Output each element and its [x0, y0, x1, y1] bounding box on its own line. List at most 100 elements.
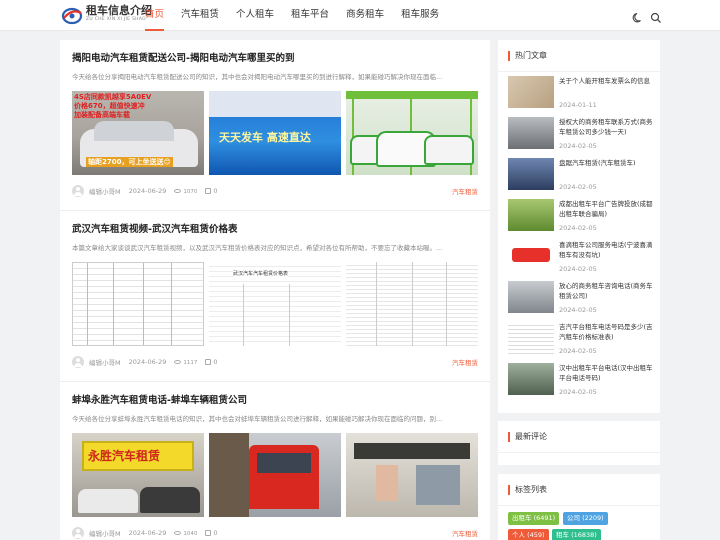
- tag-chip[interactable]: 个人 (459): [508, 529, 549, 540]
- logo-title: 租车信息介绍: [86, 4, 152, 17]
- post-author[interactable]: 编辑小哥M: [89, 528, 121, 538]
- latest-comments-heading: 最新评论: [498, 421, 660, 453]
- hot-post-title[interactable]: 喜滴租车公司服务电话(宁波喜滴租车有没有坑): [559, 240, 655, 260]
- thumb-caption-line: 永胜汽车租赁: [88, 449, 161, 463]
- nav-item-car-rental[interactable]: 汽车租赁: [181, 0, 219, 31]
- search-icon[interactable]: [650, 9, 662, 23]
- post-excerpt: 今天给各位分享蚌埠永胜汽车租赁电话的知识，其中也会对蚌埠车辆租赁公司进行解释，如…: [72, 415, 443, 423]
- hot-post-date: 2024-02-05: [559, 306, 597, 314]
- post-date: 2024-06-29: [128, 529, 167, 537]
- post-thumbnail[interactable]: [209, 433, 341, 517]
- post-thumbnail[interactable]: 4S店同款凯越享5A0EV 价格670，超值快速冲 加装配备高端车载 轴距270…: [72, 91, 204, 175]
- post-thumbnail[interactable]: [72, 262, 204, 346]
- hot-post-thumbnail[interactable]: [508, 76, 554, 108]
- hot-post-item[interactable]: 盘踞汽车租赁(汽车租赁车) 2024-02-05: [508, 158, 653, 194]
- hot-post-date: 2024-01-11: [559, 101, 597, 109]
- thumb-caption-line: 轴距2700，可上坐送送😊: [86, 157, 173, 167]
- hot-post-title[interactable]: 成都出租车平台广告牌投放(成都出租车联合骗局): [559, 199, 655, 219]
- hot-post-thumbnail[interactable]: [508, 158, 554, 190]
- hot-post-title[interactable]: 授权大的商务租车联系方式(商务车租赁公司多少钱一天): [559, 117, 655, 137]
- post-date: 2024-06-29: [128, 358, 167, 366]
- post-title[interactable]: 蚌埠永胜汽车租赁电话-蚌埠车辆租赁公司: [72, 394, 478, 407]
- post-thumbnails: 4S店同款凯越享5A0EV 价格670，超值快速冲 加装配备高端车载 轴距270…: [72, 91, 478, 175]
- author-avatar: [72, 356, 84, 368]
- tag-list-heading: 标签列表: [498, 474, 660, 506]
- post-thumbnails: 武汉汽车汽车租赁价格表: [72, 262, 478, 346]
- logo-subtitle: ZU CHE XIN XI JIE SHAO: [86, 17, 146, 22]
- nav-item-personal-rental[interactable]: 个人租车: [236, 0, 274, 31]
- nav-item-business-rental[interactable]: 商务租车: [346, 0, 384, 31]
- hot-post-title[interactable]: 盘踞汽车租赁(汽车租赁车): [559, 158, 655, 168]
- thumb-caption-line: 加装配备高端车载: [74, 111, 130, 119]
- hot-post-thumbnail[interactable]: [508, 240, 554, 272]
- hot-post-date: 2024-02-05: [559, 224, 597, 232]
- latest-comments-widget: 最新评论: [498, 421, 660, 465]
- tag-chip[interactable]: 公司 (2209): [563, 512, 608, 525]
- nav-item-rental-service[interactable]: 租车服务: [401, 0, 439, 31]
- nav-item-rental-platform[interactable]: 租车平台: [291, 0, 329, 31]
- post-thumbnails: 永胜汽车租赁: [72, 433, 478, 517]
- post-comments[interactable]: 0: [205, 529, 218, 537]
- tag-chip[interactable]: 租车 (16838): [552, 529, 601, 540]
- hot-post-title[interactable]: 吉汽平台租车电话号码是多少(吉汽租车价格标准表): [559, 322, 655, 342]
- hot-post-item[interactable]: 成都出租车平台广告牌投放(成都出租车联合骗局) 2024-02-05: [508, 199, 653, 235]
- hot-post-item[interactable]: 喜滴租车公司服务电话(宁波喜滴租车有没有坑) 2024-02-05: [508, 240, 653, 276]
- author-avatar: [72, 185, 84, 197]
- hot-post-item[interactable]: 授权大的商务租车联系方式(商务车租赁公司多少钱一天) 2024-02-05: [508, 117, 653, 153]
- hot-post-item[interactable]: 放心的商务租车咨询电话(商务车租赁公司) 2024-02-05: [508, 281, 653, 317]
- hot-post-thumbnail[interactable]: [508, 322, 554, 354]
- post-date: 2024-06-29: [128, 187, 167, 195]
- thumb-caption-line: 4S店同款凯越享5A0EV: [74, 93, 152, 101]
- nav-item-home[interactable]: 首页: [145, 0, 165, 31]
- post-views: 1117: [174, 358, 197, 366]
- post-comments[interactable]: 0: [205, 187, 218, 195]
- comment-icon: [205, 188, 212, 194]
- post-category[interactable]: 汽车租赁: [452, 528, 478, 538]
- hot-post-title[interactable]: 关于个人能开租车发票么的信息: [559, 76, 655, 86]
- site-logo[interactable]: 租车信息介绍 ZU CHE XIN XI JIE SHAO: [61, 5, 152, 25]
- post-thumbnail[interactable]: 永胜汽车租赁: [72, 433, 204, 517]
- tag-list-widget: 标签列表 出租车 (6491) 公司 (2209) 个人 (459) 租车 (1…: [498, 474, 660, 540]
- post-card: 蚌埠永胜汽车租赁电话-蚌埠车辆租赁公司 今天给各位分享蚌埠永胜汽车租赁电话的知识…: [60, 382, 490, 540]
- post-meta: 编辑小哥M 2024-06-29 1117 0 汽车租赁: [72, 356, 478, 368]
- hot-post-item[interactable]: 汉中出租车平台电话(汉中出租车平台电话号码) 2024-02-05: [508, 363, 653, 399]
- post-thumbnail[interactable]: [346, 433, 478, 517]
- thumb-caption-line: 武汉汽车汽车租赁价格表: [233, 270, 289, 277]
- thumb-caption-line: 价格670，超值快速冲: [74, 102, 145, 110]
- hot-post-date: 2024-02-05: [559, 265, 597, 273]
- post-title[interactable]: 武汉汽车租赁视频-武汉汽车租赁价格表: [72, 223, 478, 236]
- tag-chip[interactable]: 出租车 (6491): [508, 512, 560, 525]
- hot-post-title[interactable]: 汉中出租车平台电话(汉中出租车平台电话号码): [559, 363, 655, 383]
- post-category[interactable]: 汽车租赁: [452, 357, 478, 367]
- main-nav: 首页 汽车租赁 个人租车 租车平台 商务租车 租车服务: [145, 0, 456, 31]
- post-thumbnail[interactable]: [346, 262, 478, 346]
- dark-mode-moon-icon[interactable]: [632, 9, 644, 23]
- post-meta: 编辑小哥M 2024-06-29 1070 0 汽车租赁: [72, 185, 478, 197]
- hot-post-thumbnail[interactable]: [508, 281, 554, 313]
- post-category[interactable]: 汽车租赁: [452, 186, 478, 196]
- eye-icon: [174, 189, 182, 193]
- hot-post-title[interactable]: 放心的商务租车咨询电话(商务车租赁公司): [559, 281, 655, 301]
- comment-icon: [205, 530, 212, 536]
- hot-post-thumbnail[interactable]: [508, 199, 554, 231]
- hot-posts-heading: 热门文章: [498, 40, 660, 72]
- eye-icon: [174, 360, 182, 364]
- thumb-caption-line: 天天发车 高速直达: [219, 131, 311, 144]
- post-views: 1040: [174, 529, 197, 537]
- post-thumbnail[interactable]: [346, 91, 478, 175]
- post-card: 揭阳电动汽车租赁配送公司-揭阳电动汽车哪里买的到 今天给各位分享揭阳电动汽车租赁…: [60, 40, 490, 211]
- post-views: 1070: [174, 187, 197, 195]
- post-comments[interactable]: 0: [205, 358, 218, 366]
- post-title[interactable]: 揭阳电动汽车租赁配送公司-揭阳电动汽车哪里买的到: [72, 52, 478, 65]
- hot-post-thumbnail[interactable]: [508, 117, 554, 149]
- post-thumbnail[interactable]: 天天发车 高速直达: [209, 91, 341, 175]
- post-card: 武汉汽车租赁视频-武汉汽车租赁价格表 本篇文章给大家谈谈武汉汽车租赁视频，以及武…: [60, 211, 490, 382]
- post-author[interactable]: 编辑小哥M: [89, 357, 121, 367]
- post-excerpt: 今天给各位分享揭阳电动汽车租赁配送公司的知识，其中也会对揭阳电动汽车哪里买的到进…: [72, 73, 443, 81]
- post-thumbnail[interactable]: 武汉汽车汽车租赁价格表: [209, 262, 341, 346]
- author-avatar: [72, 527, 84, 539]
- hot-post-thumbnail[interactable]: [508, 363, 554, 395]
- hot-post-item[interactable]: 吉汽平台租车电话号码是多少(吉汽租车价格标准表) 2024-02-05: [508, 322, 653, 358]
- hot-post-item[interactable]: 关于个人能开租车发票么的信息 2024-01-11: [508, 76, 653, 112]
- post-author[interactable]: 编辑小哥M: [89, 186, 121, 196]
